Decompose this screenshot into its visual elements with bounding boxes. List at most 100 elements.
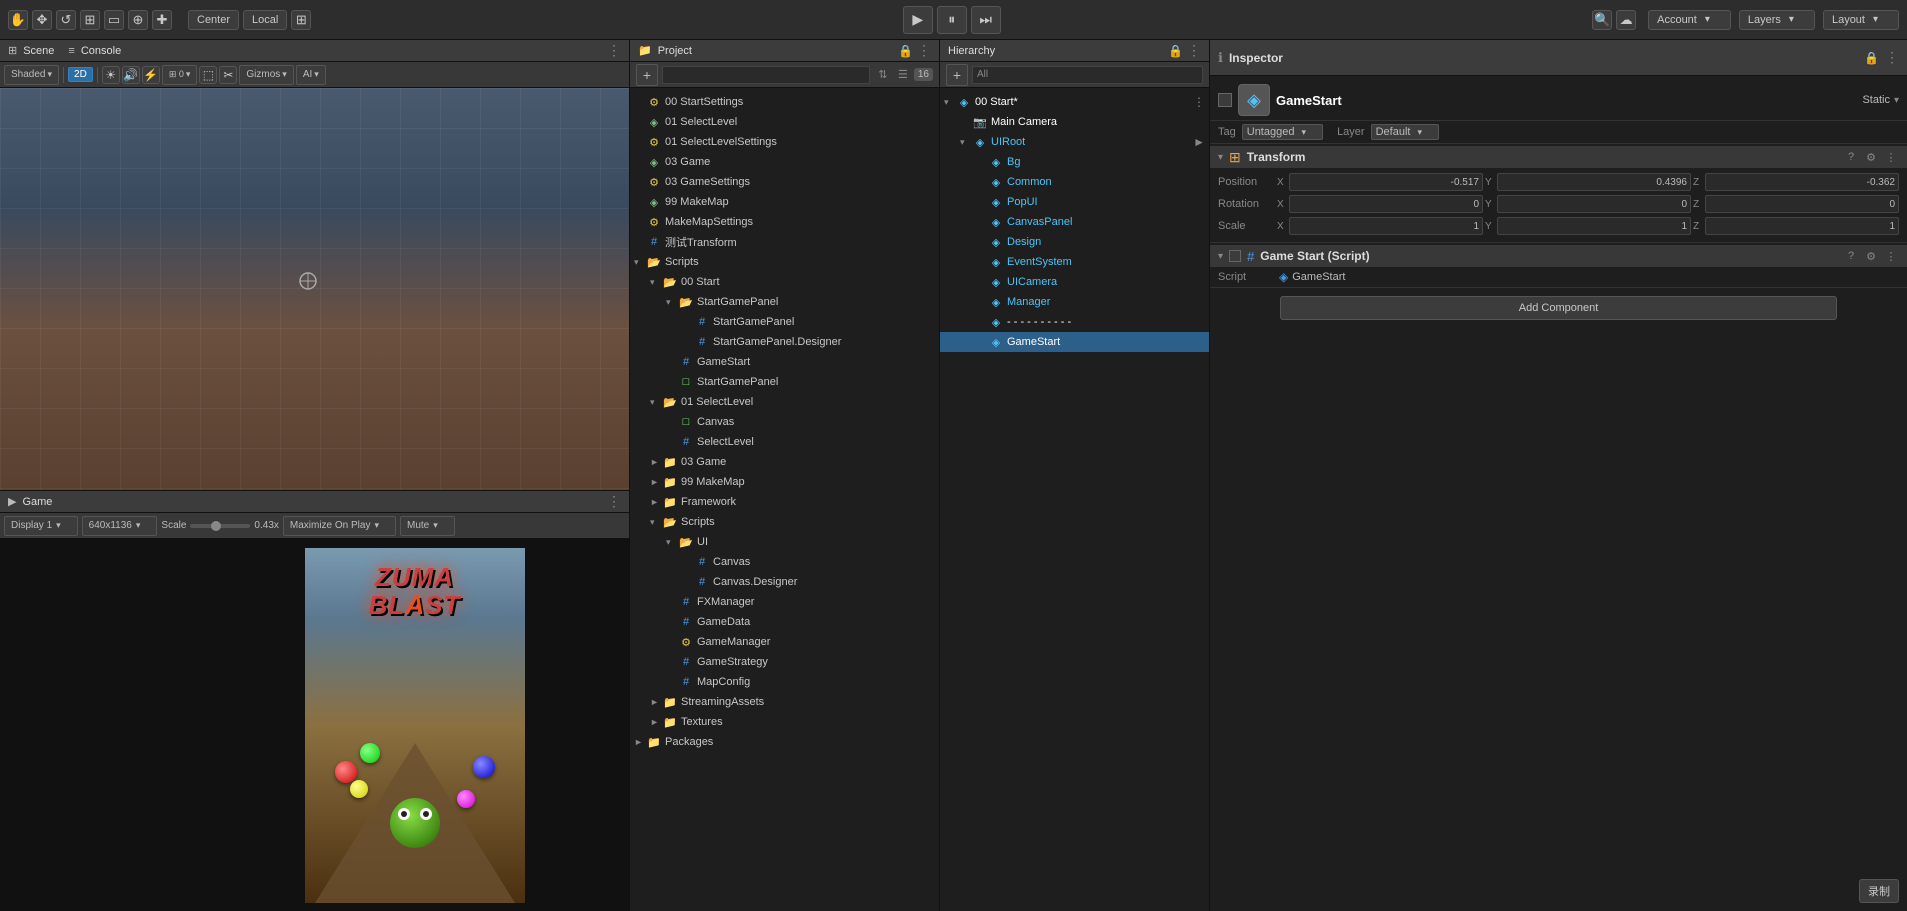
hierarchy-tree-item[interactable]: ◈Manager [940, 292, 1209, 312]
project-tree-item[interactable]: ►📁Textures [630, 712, 939, 732]
scene-tool1[interactable]: ⬚ [199, 66, 217, 84]
transform-header[interactable]: ▾ ⊞ Transform ? ⚙ ⋮ [1210, 146, 1907, 168]
project-tree-item[interactable]: #GameData [630, 612, 939, 632]
project-tree-item[interactable]: #SelectLevel [630, 432, 939, 452]
scale-slider-track[interactable] [190, 524, 250, 528]
transform-settings-btn[interactable]: ⚙ [1863, 149, 1879, 165]
project-tree-item[interactable]: ►📁Framework [630, 492, 939, 512]
2d-toggle[interactable]: 2D [68, 67, 93, 82]
project-tree-item[interactable]: ▾📂Scripts [630, 512, 939, 532]
hierarchy-tree-item[interactable]: ▾◈UIRoot► [940, 132, 1209, 152]
project-tree-item[interactable]: #测试Transform [630, 232, 939, 252]
project-tree-item[interactable]: ►📁99 MakeMap [630, 472, 939, 492]
search-btn[interactable]: 🔍 [1592, 10, 1612, 30]
gizmos-dropdown[interactable]: Gizmos [239, 65, 293, 85]
overlay-dropdown[interactable]: ⊞ 0 [162, 65, 198, 85]
project-tree-item[interactable]: #StartGamePanel.Designer [630, 332, 939, 352]
shaded-dropdown[interactable]: Shaded [4, 65, 59, 85]
hierarchy-tree-item[interactable]: 📷Main Camera [940, 112, 1209, 132]
project-tree[interactable]: ⚙00 StartSettings◈01 SelectLevel⚙01 Sele… [630, 88, 939, 911]
hierarchy-tree-item[interactable]: ◈- - - - - - - - - - [940, 312, 1209, 332]
resolution-dropdown[interactable]: 640x1136 [82, 516, 158, 536]
layer-dropdown[interactable]: Default [1371, 124, 1439, 140]
static-arrow[interactable]: ▾ [1894, 95, 1899, 106]
project-tree-item[interactable]: ▾📂StartGamePanel [630, 292, 939, 312]
maximize-btn[interactable]: Maximize On Play [283, 516, 396, 536]
hierarchy-tree-item[interactable]: ◈Common [940, 172, 1209, 192]
scale-y-input[interactable] [1497, 217, 1691, 235]
scale-slider-thumb[interactable] [211, 521, 221, 531]
hierarchy-tree-item[interactable]: ◈Design [940, 232, 1209, 252]
scale-x-input[interactable] [1289, 217, 1483, 235]
game-viewport[interactable]: ZUMABLAST [0, 539, 629, 911]
project-tree-item[interactable]: □StartGamePanel [630, 372, 939, 392]
project-tree-item[interactable]: ⚙00 StartSettings [630, 92, 939, 112]
project-tree-item[interactable]: #MapConfig [630, 672, 939, 692]
effects-btn[interactable]: ⚡ [142, 66, 160, 84]
hand-tool-btn[interactable]: ✋ [8, 10, 28, 30]
scale-tool-btn[interactable]: ⊞ [80, 10, 100, 30]
hierarchy-tree-item[interactable]: ◈GameStart [940, 332, 1209, 352]
hierarchy-tree-item[interactable]: ◈UICamera [940, 272, 1209, 292]
ai-dropdown[interactable]: AI [296, 65, 326, 85]
gamescript-help-btn[interactable]: ? [1843, 248, 1859, 264]
project-lock-icon[interactable]: 🔒 [898, 44, 913, 58]
project-tree-item[interactable]: ◈99 MakeMap [630, 192, 939, 212]
add-component-btn[interactable]: Add Component [1280, 296, 1838, 320]
lighting-btn[interactable]: ☀ [102, 66, 120, 84]
project-tree-item[interactable]: #FXManager [630, 592, 939, 612]
mute-btn[interactable]: Mute [400, 516, 455, 536]
scene-tab[interactable]: Scene [23, 45, 54, 57]
local-btn[interactable]: Local [243, 10, 287, 30]
project-tree-item[interactable]: #GameStrategy [630, 652, 939, 672]
project-tree-item[interactable]: ⚙MakeMapSettings [630, 212, 939, 232]
pos-y-input[interactable] [1497, 173, 1691, 191]
project-filter-btn[interactable]: ☰ [894, 66, 912, 84]
move-tool-btn[interactable]: ✥ [32, 10, 52, 30]
hierarchy-tree-item[interactable]: ◈PopUI [940, 192, 1209, 212]
project-tree-item[interactable]: ►📁03 Game [630, 452, 939, 472]
pos-x-input[interactable] [1289, 173, 1483, 191]
gamescript-more-btn[interactable]: ⋮ [1883, 248, 1899, 264]
extra-tool-btn[interactable]: ✚ [152, 10, 172, 30]
gamescript-header[interactable]: ▾ # Game Start (Script) ? ⚙ ⋮ [1210, 245, 1907, 267]
project-tree-item[interactable]: #Canvas.Designer [630, 572, 939, 592]
gamescript-checkbox[interactable] [1229, 250, 1241, 262]
project-tree-item[interactable]: ◈01 SelectLevel [630, 112, 939, 132]
project-sort-btn[interactable]: ⇅ [874, 66, 892, 84]
project-tree-item[interactable]: □Canvas [630, 412, 939, 432]
step-btn[interactable]: ⏭ [971, 6, 1001, 34]
inspector-lock-icon[interactable]: 🔒 [1864, 51, 1879, 65]
gamescript-settings-btn[interactable]: ⚙ [1863, 248, 1879, 264]
audio-btn[interactable]: 🔊 [122, 66, 140, 84]
hierarchy-item-more[interactable]: ⋮ [1193, 95, 1205, 109]
scale-z-input[interactable] [1705, 217, 1899, 235]
scene-tool2[interactable]: ✂ [219, 66, 237, 84]
scene-more-btn[interactable]: ⋮ [607, 42, 621, 59]
account-dropdown[interactable]: Account [1648, 10, 1731, 30]
project-tree-item[interactable]: #Canvas [630, 552, 939, 572]
rotate-tool-btn[interactable]: ↺ [56, 10, 76, 30]
project-tree-item[interactable]: ►📁StreamingAssets [630, 692, 939, 712]
project-tree-item[interactable]: ▾📂Scripts [630, 252, 939, 272]
game-more-btn[interactable]: ⋮ [607, 493, 621, 510]
go-active-checkbox[interactable] [1218, 93, 1232, 107]
scene-viewport[interactable] [0, 88, 629, 490]
record-btn[interactable]: 录制 [1859, 879, 1899, 903]
hierarchy-tree-item[interactable]: ◈CanvasPanel [940, 212, 1209, 232]
project-tree-item[interactable]: ⚙03 GameSettings [630, 172, 939, 192]
project-tree-item[interactable]: ▾📂UI [630, 532, 939, 552]
hierarchy-more-btn[interactable]: ⋮ [1187, 42, 1201, 59]
inspector-more-btn[interactable]: ⋮ [1885, 49, 1899, 66]
game-tab[interactable]: Game [22, 496, 52, 508]
project-tree-item[interactable]: #StartGamePanel [630, 312, 939, 332]
center-btn[interactable]: Center [188, 10, 239, 30]
pos-z-input[interactable] [1705, 173, 1899, 191]
project-tree-item[interactable]: ◈03 Game [630, 152, 939, 172]
layers-dropdown[interactable]: Layers [1739, 10, 1815, 30]
transform-more-btn[interactable]: ⋮ [1883, 149, 1899, 165]
project-tree-item[interactable]: ⚙01 SelectLevelSettings [630, 132, 939, 152]
hierarchy-tree[interactable]: ▾◈00 Start*⋮📷Main Camera▾◈UIRoot►◈Bg◈Com… [940, 88, 1209, 911]
go-name[interactable]: GameStart [1276, 93, 1342, 108]
grid-btn[interactable]: ⊞ [291, 10, 311, 30]
